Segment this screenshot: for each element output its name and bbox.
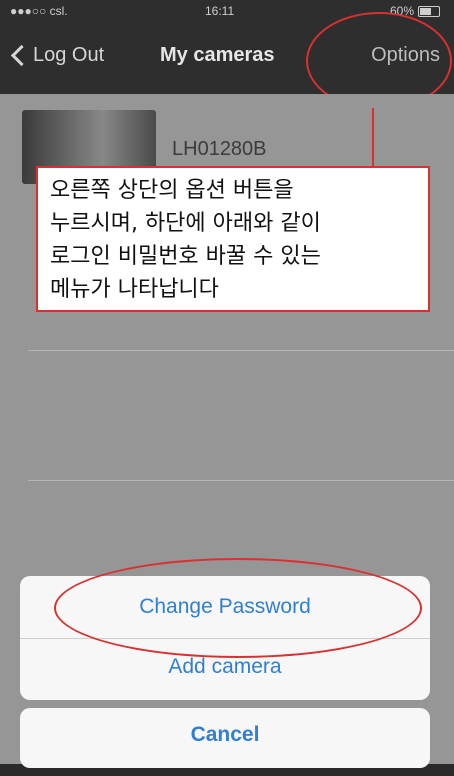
add-camera-button[interactable]: Add camera <box>20 655 430 679</box>
camera-name: LH01280B <box>172 138 267 160</box>
list-separator <box>28 480 454 481</box>
log-out-button[interactable]: Log Out <box>10 44 105 67</box>
change-password-highlight-annotation <box>54 558 422 658</box>
cancel-label: Cancel <box>190 723 260 746</box>
callout-line: 로그인 비밀번호 바꿀 수 있는 <box>50 244 321 269</box>
battery-icon <box>418 6 440 17</box>
callout-connector <box>372 108 374 166</box>
cancel-button[interactable]: Cancel <box>20 708 430 768</box>
status-time: 16:11 <box>205 4 235 18</box>
page-title: My cameras <box>160 44 275 66</box>
callout-line: 메뉴가 나타납니다 <box>50 277 219 302</box>
screen: ●●●○○ csl. 16:11 60% Log Out My cameras … <box>0 0 454 776</box>
list-separator <box>28 350 454 351</box>
carrier-label: ●●●○○ csl. <box>10 4 68 18</box>
chevron-left-icon <box>10 44 33 67</box>
log-out-label: Log Out <box>33 44 105 66</box>
callout-annotation: 오른쪽 상단의 옵션 버튼을 누르시며, 하단에 아래와 같이 로그인 비밀번호… <box>36 166 430 312</box>
callout-line: 오른쪽 상단의 옵션 버튼을 <box>50 178 294 203</box>
callout-line: 누르시며, 하단에 아래와 같이 <box>50 211 321 236</box>
battery-fill <box>420 8 431 15</box>
